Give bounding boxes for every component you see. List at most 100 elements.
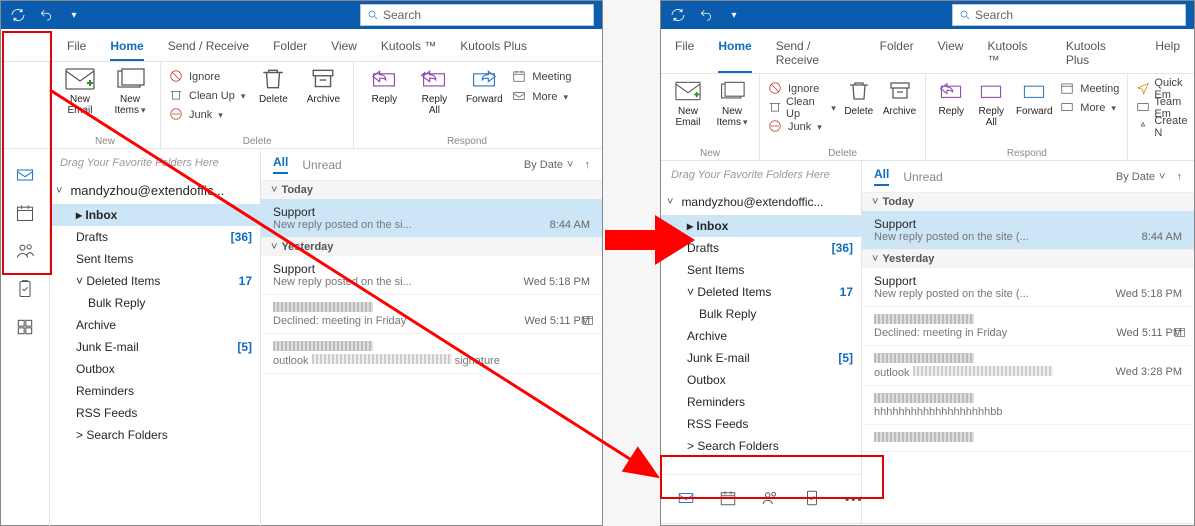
meeting-button[interactable]: Meeting [512, 68, 571, 86]
folder-reminders[interactable]: Reminders [50, 380, 260, 402]
message-item[interactable]: SupportNew reply posted on the site (...… [862, 268, 1194, 307]
apps-icon[interactable] [15, 317, 35, 337]
message-item[interactable]: Declined: meeting in FridayWed 5:11 PM [261, 295, 602, 334]
cleanup-button[interactable]: Clean Up [169, 87, 245, 105]
folder-outbox[interactable]: Outbox [50, 358, 260, 380]
group-header[interactable]: ˅Today [862, 193, 1194, 211]
ignore-button[interactable]: Ignore [169, 68, 245, 86]
tab-view[interactable]: View [938, 35, 964, 73]
undo-icon[interactable] [37, 6, 55, 24]
forward-button[interactable]: Forward [1014, 78, 1054, 146]
folder-search-folders[interactable]: > Search Folders [661, 435, 861, 457]
reply-button[interactable]: Reply [934, 78, 968, 146]
delete-button[interactable]: Delete [842, 78, 876, 146]
folder-search-folders[interactable]: > Search Folders [50, 424, 260, 446]
tab-file[interactable]: File [675, 35, 694, 73]
create-new-button[interactable]: Create N [1136, 118, 1189, 136]
search-input[interactable]: Search [952, 4, 1186, 26]
reply-all-button[interactable]: Reply All [974, 78, 1008, 146]
tab-kutools[interactable]: Kutools ™ [987, 35, 1041, 73]
folder-bulk-reply[interactable]: Bulk Reply [50, 292, 260, 314]
new-items-button[interactable]: New Items [108, 66, 152, 134]
calendar-icon[interactable] [719, 489, 737, 510]
sync-icon[interactable] [9, 6, 27, 24]
favorites-drop[interactable]: Drag Your Favorite Folders Here [661, 161, 861, 189]
filter-unread[interactable]: Unread [302, 158, 341, 172]
folder-inbox[interactable]: ▸ Inbox [661, 215, 861, 237]
tab-sendreceive[interactable]: Send / Receive [168, 35, 249, 61]
folder-reminders[interactable]: Reminders [661, 391, 861, 413]
cleanup-button[interactable]: Clean Up [768, 99, 836, 117]
tab-file[interactable]: File [67, 35, 86, 61]
folder-inbox[interactable]: ▸ Inbox [50, 204, 260, 226]
tab-kutoolsplus[interactable]: Kutools Plus [1066, 35, 1132, 73]
new-email-button[interactable]: New Email [58, 66, 102, 134]
tab-home[interactable]: Home [718, 35, 751, 73]
folder-archive[interactable]: Archive [661, 325, 861, 347]
tasks-icon[interactable] [803, 489, 821, 510]
folder-deleted-items[interactable]: ˅ Deleted Items17 [50, 270, 260, 292]
folder-archive[interactable]: Archive [50, 314, 260, 336]
message-item[interactable]: hhhhhhhhhhhhhhhhhhhbb [862, 386, 1194, 425]
archive-button[interactable]: Archive [882, 78, 918, 146]
folder-outbox[interactable]: Outbox [661, 369, 861, 391]
reply-all-button[interactable]: Reply All [412, 66, 456, 134]
tab-kutools[interactable]: Kutools ™ [381, 35, 436, 61]
message-item[interactable]: SupportNew reply posted on the si...8:44… [261, 199, 602, 238]
new-items-button[interactable]: New Items [713, 78, 751, 146]
calendar-icon[interactable] [15, 203, 35, 223]
more-button[interactable]: More [1060, 99, 1119, 117]
meeting-button[interactable]: Meeting [1060, 80, 1119, 98]
reply-button[interactable]: Reply [362, 66, 406, 134]
delete-button[interactable]: Delete [251, 66, 295, 134]
tab-sendreceive[interactable]: Send / Receive [776, 35, 856, 73]
archive-button[interactable]: Archive [301, 66, 345, 134]
undo-icon[interactable] [697, 6, 715, 24]
more-button[interactable]: More [512, 88, 571, 106]
folder-sent-items[interactable]: Sent Items [50, 248, 260, 270]
junk-button[interactable]: Junk [768, 118, 836, 136]
sync-icon[interactable] [669, 6, 687, 24]
message-item[interactable]: SupportNew reply posted on the site (...… [862, 211, 1194, 250]
new-email-button[interactable]: New Email [669, 78, 707, 146]
qat-overflow-icon[interactable]: ▾ [725, 6, 743, 24]
qat-overflow-icon[interactable]: ▾ [65, 6, 83, 24]
group-header[interactable]: ˅Today [261, 181, 602, 199]
message-item[interactable]: SupportNew reply posted on the si...Wed … [261, 256, 602, 295]
tab-folder[interactable]: Folder [880, 35, 914, 73]
group-header[interactable]: ˅Yesterday [862, 250, 1194, 268]
tab-help[interactable]: Help [1155, 35, 1180, 73]
junk-button[interactable]: Junk [169, 106, 245, 124]
people-icon[interactable] [761, 489, 779, 510]
sort-button[interactable]: By Date˅ ↑ [524, 159, 590, 171]
tab-view[interactable]: View [331, 35, 357, 61]
folder-drafts[interactable]: Drafts[36] [661, 237, 861, 259]
filter-all[interactable]: All [874, 167, 889, 186]
folder-sent-items[interactable]: Sent Items [661, 259, 861, 281]
folder-drafts[interactable]: Drafts[36] [50, 226, 260, 248]
mail-icon[interactable] [15, 165, 35, 185]
tab-folder[interactable]: Folder [273, 35, 307, 61]
mail-icon[interactable] [677, 489, 695, 510]
search-input[interactable]: Search [360, 4, 594, 26]
message-item[interactable] [862, 425, 1194, 452]
message-item[interactable]: outlook signature [261, 334, 602, 374]
filter-unread[interactable]: Unread [903, 170, 942, 184]
folder-rss-feeds[interactable]: RSS Feeds [661, 413, 861, 435]
forward-button[interactable]: Forward [462, 66, 506, 134]
folder-bulk-reply[interactable]: Bulk Reply [661, 303, 861, 325]
folder-deleted-items[interactable]: ˅ Deleted Items17 [661, 281, 861, 303]
folder-rss-feeds[interactable]: RSS Feeds [50, 402, 260, 424]
overflow-icon[interactable]: ••• [845, 492, 864, 506]
people-icon[interactable] [15, 241, 35, 261]
favorites-drop[interactable]: Drag Your Favorite Folders Here [50, 149, 260, 177]
account-node[interactable]: mandyzhou@extendoffic... [661, 189, 861, 215]
tasks-icon[interactable] [15, 279, 35, 299]
tab-kutoolsplus[interactable]: Kutools Plus [460, 35, 527, 61]
sort-button[interactable]: By Date˅ ↑ [1116, 171, 1182, 183]
folder-junk-e-mail[interactable]: Junk E-mail[5] [661, 347, 861, 369]
message-item[interactable]: Declined: meeting in FridayWed 5:11 PM [862, 307, 1194, 346]
tab-home[interactable]: Home [110, 35, 143, 61]
account-node[interactable]: mandyzhou@extendoffic... [50, 177, 260, 204]
folder-junk-e-mail[interactable]: Junk E-mail[5] [50, 336, 260, 358]
